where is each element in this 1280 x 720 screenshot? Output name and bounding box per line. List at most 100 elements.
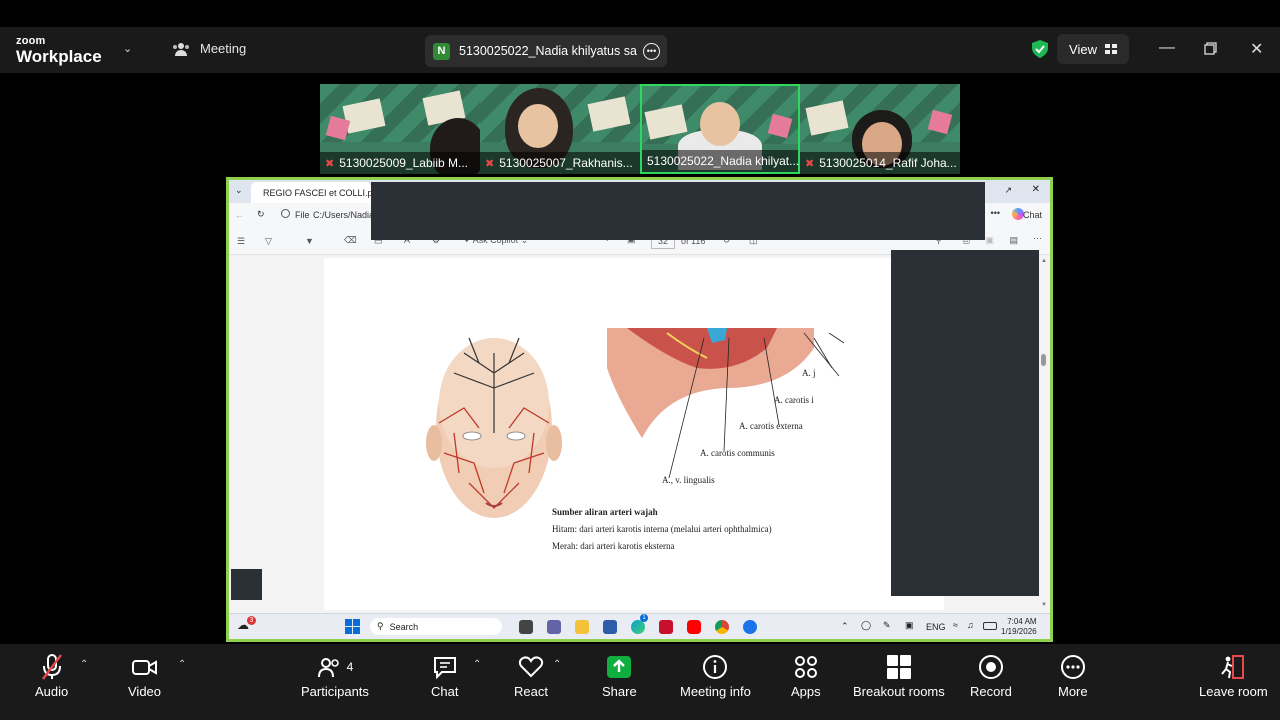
save-icon[interactable]: ▣ (985, 235, 994, 246)
browser-tab[interactable]: REGIO FASCEI et COLLI.pdf (251, 182, 380, 203)
chevron-down-icon[interactable]: ⌄ (235, 185, 243, 196)
top-bar: zoom Workplace ⌄ Meeting N 5130025022_Na… (0, 27, 1280, 73)
shield-check-icon[interactable] (1032, 40, 1048, 58)
taskbar-search[interactable]: ⚲ Search (370, 618, 502, 635)
url-input[interactable]: C:/Users/Nadia (313, 210, 374, 220)
heart-icon (518, 656, 544, 678)
chevron-up-icon[interactable]: ⌃ (841, 621, 849, 632)
scrollbar[interactable]: ▲ ▼ (1040, 258, 1047, 608)
caption-line: Merah: dari arteri karotis eksterna (552, 541, 675, 551)
share-screen-icon (607, 656, 632, 678)
draw-icon[interactable]: ▼ (305, 236, 314, 246)
close-icon[interactable]: ✕ (1250, 39, 1263, 59)
search-icon: ⚲ (377, 621, 384, 631)
more-options-icon[interactable]: ••• (643, 42, 660, 60)
participants-button[interactable]: 4 Participants (301, 652, 369, 699)
people-icon (173, 42, 189, 56)
youtube-icon[interactable] (687, 620, 701, 634)
more-button[interactable]: More (1058, 652, 1088, 699)
info-icon (703, 655, 728, 679)
presenter-avatar: N (433, 42, 450, 60)
participants-count: 4 (346, 660, 354, 674)
participant-tile-active[interactable]: 5130025022_Nadia khilyat... (640, 84, 800, 174)
meeting-toolbar: Audio ⌃ Video ⌃ 4 Participants Chat ⌃ Re… (0, 644, 1280, 720)
audio-options-icon[interactable]: ⌃ (80, 659, 88, 670)
chrome-icon[interactable] (715, 620, 729, 634)
editor-icon[interactable] (603, 620, 617, 634)
breakout-rooms-button[interactable]: Breakout rooms (853, 652, 945, 699)
react-options-icon[interactable]: ⌃ (553, 659, 561, 670)
share-button[interactable]: Share (602, 652, 637, 699)
edge-icon[interactable] (631, 620, 645, 634)
redacted-area (371, 182, 985, 240)
task-view-icon[interactable] (519, 620, 533, 634)
breakout-grid-icon (886, 655, 911, 679)
meeting-label: Meeting (200, 41, 247, 56)
pen-icon[interactable]: ✎ (883, 620, 891, 631)
zoom-app-icon[interactable] (743, 620, 757, 634)
file-explorer-icon[interactable] (575, 620, 589, 634)
caption-title: Sumber aliran arteri wajah (552, 507, 658, 517)
presenter-name: 5130025022_Nadia khilyatus sa'adah (459, 44, 637, 58)
chat-bubble-icon (433, 657, 456, 679)
chat-button[interactable]: Chat (431, 652, 458, 699)
back-icon[interactable]: ← (235, 210, 244, 220)
reload-icon[interactable]: ↻ (257, 209, 265, 220)
video-camera-icon (131, 660, 157, 675)
close-icon[interactable]: ✕ (1032, 184, 1040, 195)
record-button[interactable]: Record (970, 652, 1012, 699)
highlight-icon[interactable]: ▽ (265, 236, 272, 247)
sharing-indicator[interactable]: N 5130025022_Nadia khilyatus sa'adah ••• (425, 35, 667, 67)
video-button[interactable]: Video (128, 652, 161, 699)
eraser-icon[interactable]: ⌫ (344, 235, 357, 246)
save-as-icon[interactable]: ▤ (1009, 235, 1018, 246)
face-artery-illustration (426, 337, 562, 518)
audio-button[interactable]: Audio (35, 652, 68, 699)
camera-off-icon[interactable]: ◯ (861, 620, 871, 631)
notification-badge: 3 (247, 616, 256, 625)
teams-icon[interactable] (547, 620, 561, 634)
caption-line: Hitam: dari arteri karotis interna (mela… (552, 524, 772, 534)
chevron-down-icon[interactable]: ⌄ (123, 42, 132, 55)
language-indicator[interactable]: ENG (926, 622, 946, 632)
contents-icon[interactable]: ☰ (237, 236, 245, 247)
apps-icon (794, 656, 817, 678)
restore-icon[interactable] (1204, 42, 1217, 55)
record-icon (978, 655, 1003, 679)
wifi-icon[interactable]: ≈ (953, 620, 958, 630)
mic-off-icon: ✖ (485, 157, 495, 170)
battery-icon[interactable] (983, 622, 997, 630)
more-options-icon[interactable]: ⋯ (1033, 233, 1042, 244)
participant-tile[interactable]: ✖ 5130025014_Rafif Joha... (800, 84, 960, 174)
info-icon[interactable] (281, 209, 290, 218)
react-button[interactable]: React (514, 652, 548, 699)
more-options-icon[interactable]: ••• (991, 208, 1000, 218)
shared-screen[interactable]: ⌄ REGIO FASCEI et COLLI.pdf ↗ ✕ ← ↻ File… (226, 177, 1053, 642)
windows-start-icon[interactable] (345, 619, 360, 634)
meeting-info-button[interactable]: Meeting info (680, 652, 751, 699)
volume-icon[interactable]: ♫ (967, 620, 974, 630)
apps-button[interactable]: Apps (791, 652, 821, 699)
pdf-page: A. j A. carotis i A. carotis externa A. … (324, 258, 944, 610)
view-label: View (1069, 41, 1097, 57)
redacted-area (231, 569, 262, 600)
minimize-icon[interactable]: — (1159, 39, 1175, 57)
exit-door-icon (1221, 655, 1245, 679)
grid-icon (1104, 44, 1117, 54)
redacted-area (891, 250, 1039, 596)
popout-icon[interactable]: ↗ (1004, 185, 1012, 196)
meeting-button[interactable]: Meeting (172, 41, 246, 56)
clock[interactable]: 7:04 AM 1/19/2026 (1001, 617, 1037, 637)
video-options-icon[interactable]: ⌃ (178, 659, 186, 670)
chat-button[interactable]: Chat (1023, 210, 1042, 220)
view-button[interactable]: View (1057, 34, 1129, 64)
chat-options-icon[interactable]: ⌃ (473, 659, 481, 670)
display-icon[interactable]: ▣ (905, 620, 914, 631)
participants-icon (317, 658, 339, 678)
participant-tile[interactable]: ✖ 5130025007_Rakhanis... (480, 84, 640, 174)
participant-tile[interactable]: ✖ 5130025009_Labiib M... (320, 84, 480, 174)
mcafee-icon[interactable] (659, 620, 673, 634)
mic-muted-icon (41, 654, 62, 680)
zoom-logo[interactable]: zoom Workplace (16, 36, 102, 66)
leave-room-button[interactable]: Leave room (1199, 652, 1268, 699)
